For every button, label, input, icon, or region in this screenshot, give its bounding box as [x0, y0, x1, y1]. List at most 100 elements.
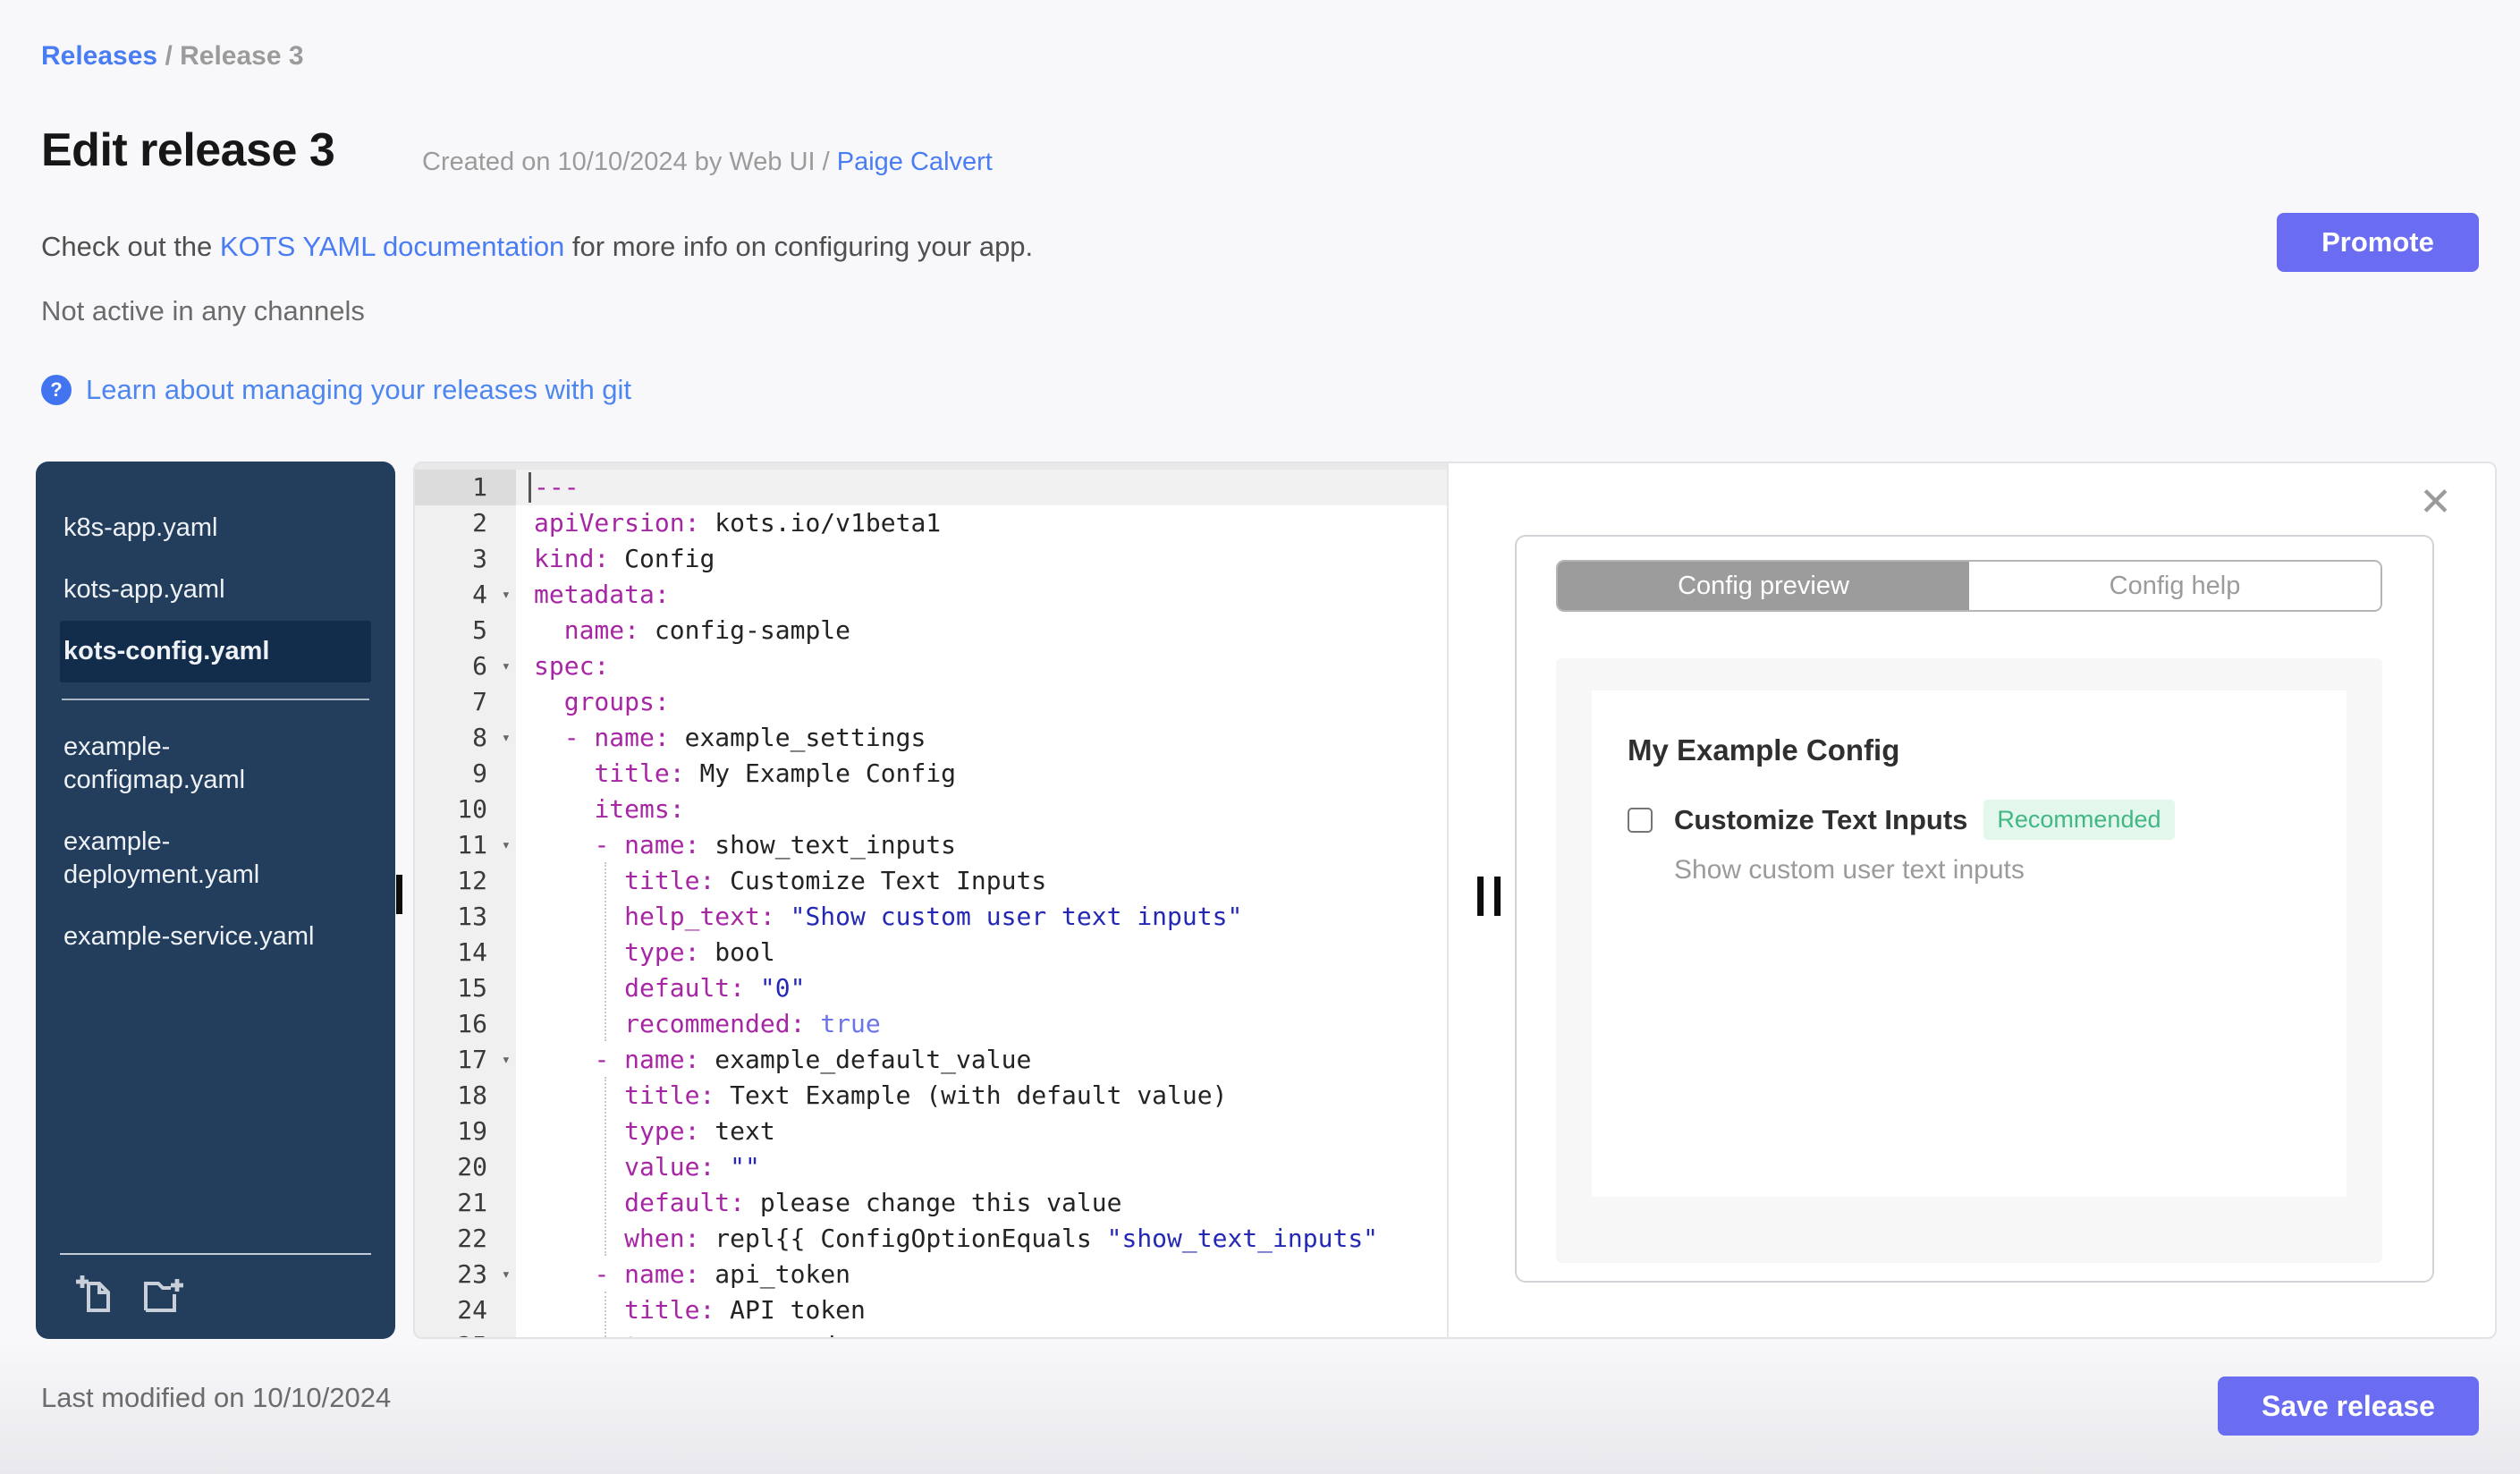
line-number: 4 ▾: [415, 577, 516, 613]
code-line-12[interactable]: 12 title: Customize Text Inputs: [415, 863, 1447, 899]
kots-yaml-doc-link[interactable]: KOTS YAML documentation: [220, 231, 564, 262]
customize-text-inputs-checkbox[interactable]: [1628, 807, 1653, 833]
line-number: 21: [457, 1188, 487, 1217]
code-line-2[interactable]: 2 apiVersion: kots.io/v1beta1: [415, 505, 1447, 541]
line-number: 6 ▾: [415, 648, 516, 684]
line-number: 19: [457, 1116, 487, 1146]
line-number: 20: [457, 1152, 487, 1182]
code-line-8[interactable]: 8 ▾ - name: example_settings: [415, 720, 1447, 756]
line-number: 8 ▾: [415, 720, 516, 756]
code-line-24[interactable]: 24 title: API token: [415, 1292, 1447, 1328]
code-line-18[interactable]: 18 title: Text Example (with default val…: [415, 1078, 1447, 1114]
config-card: My Example Config Customize Text Inputs …: [1592, 690, 2347, 1197]
code-line-5[interactable]: 5 name: config-sample: [415, 613, 1447, 648]
code-line-1[interactable]: 1 ---: [415, 470, 1447, 505]
config-group-title: My Example Config: [1628, 733, 1900, 767]
code-text: help_text: "Show custom user text inputs…: [624, 902, 1243, 931]
fold-arrow-icon[interactable]: ▾: [502, 1042, 511, 1078]
code-text: metadata:: [534, 580, 670, 609]
line-number: 18: [457, 1080, 487, 1110]
code-line-21[interactable]: 21 default: please change this value: [415, 1185, 1447, 1221]
sidebar-bottom-toolbar: [60, 1253, 371, 1339]
code-line-22[interactable]: 22 when: repl{{ ConfigOptionEquals "show…: [415, 1221, 1447, 1257]
code-text: spec:: [534, 651, 610, 681]
add-folder-icon[interactable]: [142, 1273, 185, 1316]
code-line-10[interactable]: 10 items:: [415, 792, 1447, 827]
file-item-kots-app.yaml[interactable]: kots-app.yaml: [60, 559, 342, 621]
breadcrumb: Releases / Release 3: [41, 41, 304, 72]
file-sidebar: k8s-app.yaml kots-app.yaml kots-config.yam…: [36, 462, 395, 1339]
code-line-19[interactable]: 19 type: text: [415, 1114, 1447, 1149]
file-item-example-service.yaml[interactable]: example-service.yaml: [60, 906, 342, 968]
fold-arrow-icon[interactable]: ▾: [502, 720, 511, 756]
editor-lines: 1 --- 2 apiVersion: kots.io/v1beta1 3 kind: C…: [415, 470, 1447, 1337]
code-line-14[interactable]: 14 type: bool: [415, 935, 1447, 970]
code-line-11[interactable]: 11 ▾ - name: show_text_inputs: [415, 827, 1447, 863]
code-text: default: please change this value: [624, 1188, 1122, 1217]
code-line-9[interactable]: 9 title: My Example Config: [415, 756, 1447, 792]
recommended-badge: Recommended: [1983, 800, 2175, 840]
fold-arrow-icon[interactable]: ▾: [502, 827, 511, 863]
git-help-link[interactable]: ? Learn about managing your releases wit…: [41, 374, 631, 406]
created-author-link[interactable]: Paige Calvert: [837, 148, 993, 176]
code-text: - name: example_default_value: [594, 1045, 1032, 1074]
code-line-4[interactable]: 4 ▾ metadata:: [415, 577, 1447, 613]
tab-config-preview[interactable]: Config preview: [1558, 562, 1969, 610]
code-line-20[interactable]: 20 value: "": [415, 1149, 1447, 1185]
file-list: k8s-app.yaml kots-app.yaml kots-config.yam…: [36, 462, 395, 968]
code-text: recommended: true: [624, 1009, 881, 1038]
code-text: type: password: [516, 1328, 1447, 1337]
fold-arrow-icon[interactable]: ▾: [502, 648, 511, 684]
add-file-icon[interactable]: [74, 1273, 117, 1316]
text-cursor: [529, 472, 531, 503]
code-text: title: Text Example (with default value): [624, 1080, 1228, 1110]
code-text: type: bool: [624, 937, 775, 967]
code-text: type: text: [624, 1116, 775, 1146]
file-item-k8s-app.yaml[interactable]: k8s-app.yaml: [60, 497, 342, 559]
line-number: 15: [457, 973, 487, 1003]
preview-resize-handle[interactable]: [1477, 877, 1501, 916]
line-number: 2: [472, 508, 487, 538]
file-list-divider: [62, 699, 369, 700]
footer-bar: Last modified on 10/10/2024 Save release: [0, 1339, 2520, 1474]
tab-config-help[interactable]: Config help: [1969, 562, 2380, 610]
code-text: items:: [594, 794, 685, 824]
code-text: - name: api_token: [594, 1259, 851, 1289]
config-item-row: Customize Text Inputs Recommended: [1628, 800, 2175, 840]
code-line-6[interactable]: 6 ▾ spec:: [415, 648, 1447, 684]
line-number: 5: [472, 615, 487, 645]
code-line-13[interactable]: 13 help_text: "Show custom user text inp…: [415, 899, 1447, 935]
code-line-7[interactable]: 7 groups:: [415, 684, 1447, 720]
code-text: default: "0": [624, 973, 806, 1003]
breadcrumb-releases-link[interactable]: Releases: [41, 41, 157, 71]
question-mark-icon: ?: [41, 375, 72, 405]
fold-arrow-icon[interactable]: ▾: [502, 1257, 511, 1292]
file-item-example-configmap.yaml[interactable]: example-configmap.yaml: [60, 716, 342, 811]
code-line-25[interactable]: 25 type: password: [415, 1328, 1447, 1337]
release-editor-card: 1 --- 2 apiVersion: kots.io/v1beta1 3 kind: C…: [413, 462, 2497, 1339]
close-icon[interactable]: ✕: [2419, 483, 2452, 522]
indent-guide: [605, 1077, 606, 1256]
promote-button[interactable]: Promote: [2277, 213, 2479, 272]
file-item-kots-config.yaml[interactable]: kots-config.yaml: [60, 621, 371, 682]
breadcrumb-separator: /: [157, 41, 181, 71]
code-line-3[interactable]: 3 kind: Config: [415, 541, 1447, 577]
code-text: title: Customize Text Inputs: [624, 866, 1047, 895]
config-preview-zone: ✕ Config preview Config help My Example C…: [1450, 463, 2495, 1337]
line-number: 13: [457, 902, 487, 931]
line-number: 24: [457, 1295, 487, 1325]
yaml-editor[interactable]: 1 --- 2 apiVersion: kots.io/v1beta1 3 kind: C…: [415, 463, 1449, 1337]
fold-arrow-icon[interactable]: ▾: [502, 577, 511, 613]
code-line-17[interactable]: 17 ▾ - name: example_default_value: [415, 1042, 1447, 1078]
page-title: Edit release 3: [41, 124, 335, 176]
code-text: when: repl{{ ConfigOptionEquals "show_te…: [624, 1224, 1379, 1253]
file-item-example-deployment.yaml[interactable]: example-deployment.yaml: [60, 811, 342, 906]
code-line-15[interactable]: 15 default: "0": [415, 970, 1447, 1006]
code-line-23[interactable]: 23 ▾ - name: api_token: [415, 1257, 1447, 1292]
save-release-button[interactable]: Save release: [2218, 1377, 2479, 1436]
line-number: 22: [457, 1224, 487, 1253]
line-number: 3: [472, 544, 487, 573]
created-line: Created on 10/10/2024 by Web UI / Paige …: [422, 148, 993, 177]
code-line-16[interactable]: 16 recommended: true: [415, 1006, 1447, 1042]
last-modified-text: Last modified on 10/10/2024: [41, 1382, 392, 1413]
